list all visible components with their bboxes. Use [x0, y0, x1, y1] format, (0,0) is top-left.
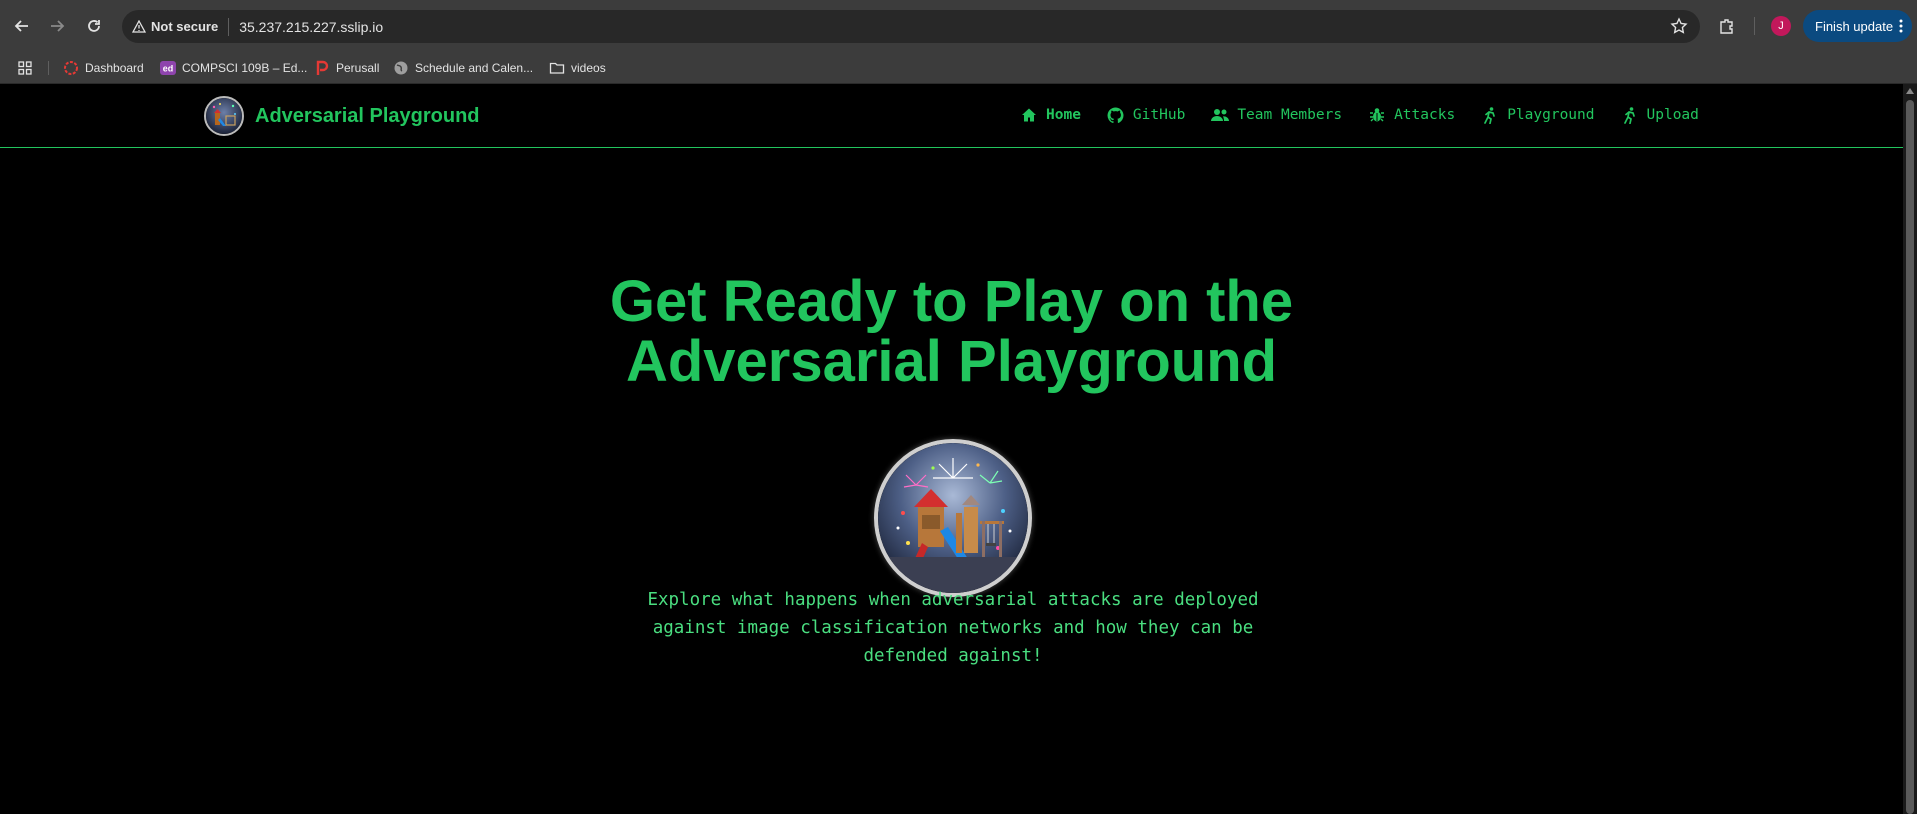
- warning-icon: [132, 19, 146, 33]
- hero-title: Get Ready to Play on the Adversarial Pla…: [0, 272, 1903, 392]
- nav-label: Playground: [1507, 107, 1595, 123]
- nav-attacks[interactable]: Attacks: [1368, 106, 1455, 124]
- apps-icon[interactable]: [17, 60, 33, 76]
- toolbar-divider: [1754, 17, 1755, 35]
- nav-label: Attacks: [1394, 107, 1456, 123]
- bookmark-label: Dashboard: [85, 61, 144, 75]
- forward-icon[interactable]: [45, 14, 69, 38]
- svg-text:ed: ed: [163, 64, 174, 74]
- nav-links: Home GitHub Team Members Attacks Playgro…: [1020, 106, 1699, 124]
- bookmark-perusall[interactable]: Perusall: [314, 60, 379, 76]
- profile-avatar[interactable]: J: [1771, 16, 1791, 36]
- home-icon: [1020, 106, 1038, 124]
- bookmarks-bar: Dashboard ed COMPSCI 109B – Ed... Perusa…: [0, 52, 1917, 84]
- hero-title-line1: Get Ready to Play on the: [609, 269, 1294, 334]
- page-viewport: Adversarial Playground Home GitHub Team …: [0, 84, 1903, 814]
- page-scrollbar[interactable]: [1903, 84, 1917, 814]
- hero-logo-image: [874, 439, 1032, 597]
- omnibox-divider: [228, 17, 230, 36]
- bookmark-schedule[interactable]: Schedule and Calen...: [393, 60, 533, 76]
- nav-label: Team Members: [1237, 107, 1343, 123]
- globe-icon: [393, 60, 409, 76]
- nav-home[interactable]: Home: [1020, 106, 1081, 124]
- finish-update-button[interactable]: Finish update: [1803, 10, 1912, 42]
- dashboard-icon: [63, 60, 79, 76]
- bookmark-label: COMPSCI 109B – Ed...: [182, 61, 308, 75]
- address-bar[interactable]: Not secure 35.237.215.227.sslip.io: [122, 10, 1700, 43]
- perusall-icon: [314, 60, 330, 76]
- bookmark-dashboard[interactable]: Dashboard: [63, 60, 144, 76]
- nav-label: GitHub: [1132, 107, 1186, 123]
- scrollbar-thumb[interactable]: [1906, 100, 1914, 814]
- bookmarks-divider: [48, 61, 49, 75]
- extensions-icon[interactable]: [1715, 14, 1739, 38]
- hero-title-line2: Adversarial Playground: [625, 329, 1278, 394]
- brand-logo: [204, 96, 244, 136]
- brand-name: Adversarial Playground: [255, 104, 480, 127]
- bookmark-star-icon[interactable]: [1670, 17, 1688, 40]
- folder-icon: [549, 60, 565, 76]
- back-icon[interactable]: [10, 14, 34, 38]
- nav-upload[interactable]: Upload: [1621, 106, 1699, 124]
- reload-icon[interactable]: [82, 14, 106, 38]
- running-icon: [1481, 106, 1499, 124]
- bug-icon: [1368, 106, 1386, 124]
- github-icon: [1107, 106, 1125, 124]
- nav-label: Home: [1046, 107, 1081, 123]
- bookmark-label: Schedule and Calen...: [415, 61, 534, 75]
- ed-icon: ed: [160, 60, 176, 76]
- team-icon: [1211, 106, 1230, 124]
- site-navbar: Adversarial Playground Home GitHub Team …: [0, 84, 1903, 148]
- bookmark-ed[interactable]: ed COMPSCI 109B – Ed...: [160, 60, 307, 76]
- security-indicator[interactable]: Not secure: [132, 19, 218, 34]
- nav-github[interactable]: GitHub: [1107, 106, 1185, 124]
- finish-update-label: Finish update: [1815, 18, 1894, 34]
- scroll-up-icon[interactable]: [1906, 88, 1914, 94]
- running-icon: [1621, 106, 1639, 124]
- browser-toolbar: Not secure 35.237.215.227.sslip.io J Fin…: [0, 0, 1917, 52]
- security-label: Not secure: [151, 19, 219, 34]
- hero-description: Explore what happens when adversarial at…: [647, 590, 1259, 666]
- brand-link[interactable]: Adversarial Playground: [204, 96, 480, 136]
- bookmark-label: Perusall: [336, 61, 380, 75]
- url-text[interactable]: 35.237.215.227.sslip.io: [239, 19, 383, 35]
- bookmark-label: videos: [571, 61, 606, 75]
- nav-label: Upload: [1646, 107, 1699, 123]
- nav-playground[interactable]: Playground: [1481, 106, 1595, 124]
- nav-team-members[interactable]: Team Members: [1211, 106, 1342, 124]
- bookmark-videos[interactable]: videos: [549, 60, 606, 76]
- more-icon: [1899, 19, 1903, 33]
